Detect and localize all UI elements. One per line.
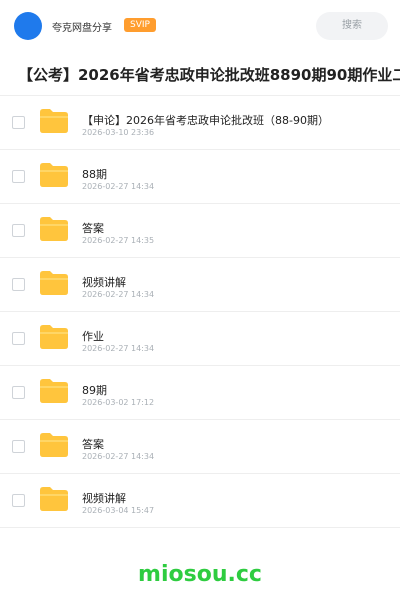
list-item[interactable]: 88期 2026-02-27 14:34 xyxy=(0,150,400,204)
watermark-text: miosou.cc xyxy=(138,562,262,587)
svip-badge: SVIP xyxy=(124,18,156,32)
avatar[interactable] xyxy=(14,12,42,40)
folder-icon xyxy=(40,217,68,241)
list-item[interactable]: 89期 2026-03-02 17:12 xyxy=(0,366,400,420)
list-item[interactable]: 【申论】2026年省考忠政申论批改班（88-90期） 2026-03-10 23… xyxy=(0,96,400,150)
file-name: 答案 xyxy=(82,438,104,451)
folder-title-bar: 【公考】2026年省考忠政申论批改班8890期90期作业二讲 xyxy=(0,52,400,96)
folder-icon xyxy=(40,163,68,187)
file-date: 2026-03-04 15:47 xyxy=(82,506,155,515)
file-name: 【申论】2026年省考忠政申论批改班（88-90期） xyxy=(82,114,329,127)
row-checkbox[interactable] xyxy=(12,224,25,237)
file-name: 视频讲解 xyxy=(82,492,126,505)
folder-icon xyxy=(40,271,68,295)
file-name: 视频讲解 xyxy=(82,276,126,289)
list-item[interactable]: 视频讲解 2026-03-04 15:47 xyxy=(0,474,400,528)
search-input[interactable]: 搜索 xyxy=(316,12,388,40)
file-list: 【申论】2026年省考忠政申论批改班（88-90期） 2026-03-10 23… xyxy=(0,96,400,528)
list-item[interactable]: 答案 2026-02-27 14:35 xyxy=(0,204,400,258)
row-checkbox[interactable] xyxy=(12,116,25,129)
file-name: 作业 xyxy=(82,330,104,343)
file-date: 2026-02-27 14:34 xyxy=(82,344,155,353)
row-checkbox[interactable] xyxy=(12,386,25,399)
folder-icon xyxy=(40,433,68,457)
row-checkbox[interactable] xyxy=(12,278,25,291)
row-checkbox[interactable] xyxy=(12,494,25,507)
file-date: 2026-02-27 14:35 xyxy=(82,236,155,245)
file-date: 2026-02-27 14:34 xyxy=(82,182,155,191)
top-header: 夸克网盘分享 SVIP 搜索 xyxy=(0,0,400,52)
file-date: 2026-02-27 14:34 xyxy=(82,452,155,461)
row-checkbox[interactable] xyxy=(12,170,25,183)
folder-icon xyxy=(40,325,68,349)
user-name: 夸克网盘分享 xyxy=(52,23,112,34)
file-date: 2026-03-02 17:12 xyxy=(82,398,155,407)
file-name: 答案 xyxy=(82,222,104,235)
file-name: 88期 xyxy=(82,168,107,181)
file-date: 2026-03-10 23:36 xyxy=(82,128,155,137)
list-item[interactable]: 视频讲解 2026-02-27 14:34 xyxy=(0,258,400,312)
file-date: 2026-02-27 14:34 xyxy=(82,290,155,299)
folder-icon xyxy=(40,379,68,403)
file-name: 89期 xyxy=(82,384,107,397)
row-checkbox[interactable] xyxy=(12,332,25,345)
folder-icon xyxy=(40,109,68,133)
list-item[interactable]: 答案 2026-02-27 14:34 xyxy=(0,420,400,474)
list-item[interactable]: 作业 2026-02-27 14:34 xyxy=(0,312,400,366)
search-placeholder: 搜索 xyxy=(342,20,362,31)
folder-title: 【公考】2026年省考忠政申论批改班8890期90期作业二讲 xyxy=(18,66,400,84)
folder-icon xyxy=(40,487,68,511)
row-checkbox[interactable] xyxy=(12,440,25,453)
